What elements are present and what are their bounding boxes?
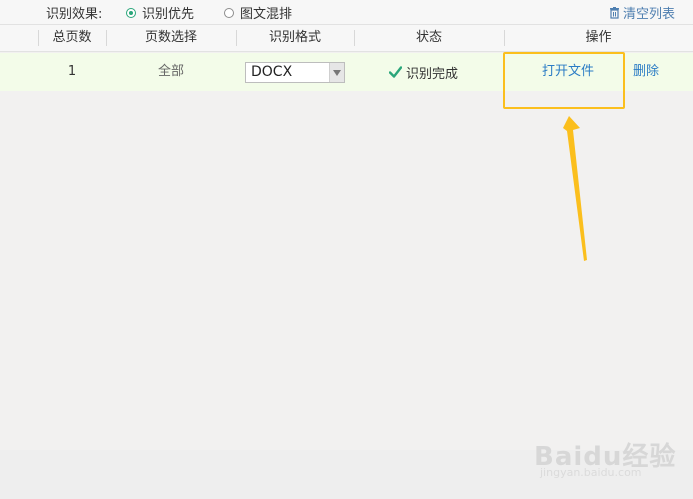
header-status: 状态 [415, 30, 442, 45]
recognition-toolbar: 识别效果: 识别优先 图文混排 清空列表 [0, 0, 693, 25]
chevron-down-icon [329, 63, 344, 82]
table-row: 1 全部 DOCX 识别完成 打开文件 删除 [0, 53, 693, 91]
radio-mixed-layout[interactable]: 图文混排 [224, 3, 292, 22]
header-page-selection: 页数选择 [144, 30, 197, 45]
header-actions: 操作 [585, 30, 612, 45]
delete-link[interactable]: 删除 [628, 53, 664, 91]
radio-selected-icon [126, 7, 136, 18]
baidu-watermark-url: jingyan.baidu.com [540, 466, 642, 479]
status-text: 识别完成 [406, 66, 459, 82]
clear-list-label: 清空列表 [622, 7, 675, 22]
radio-unselected-icon [224, 7, 234, 18]
radio-recognition-priority[interactable]: 识别优先 [126, 3, 194, 22]
clear-list-button[interactable]: 清空列表 [609, 3, 675, 22]
status-badge: 识别完成 [389, 53, 458, 91]
page-selection-value[interactable]: 全部 [106, 53, 236, 91]
radio-mixed-layout-label: 图文混排 [240, 7, 293, 22]
total-pages-value: 1 [67, 64, 77, 79]
format-select-value: DOCX [251, 64, 293, 80]
check-icon [389, 66, 402, 78]
header-format: 识别格式 [268, 30, 321, 45]
header-total-pages: 总页数 [52, 30, 92, 45]
open-file-link[interactable]: 打开文件 [527, 53, 609, 91]
radio-recognition-priority-label: 识别优先 [142, 7, 195, 22]
format-select[interactable]: DOCX [245, 62, 345, 83]
recognition-effect-label: 识别效果: [46, 7, 103, 22]
table-header: 总页数 页数选择 识别格式 状态 操作 [0, 25, 693, 52]
trash-icon [609, 6, 619, 19]
